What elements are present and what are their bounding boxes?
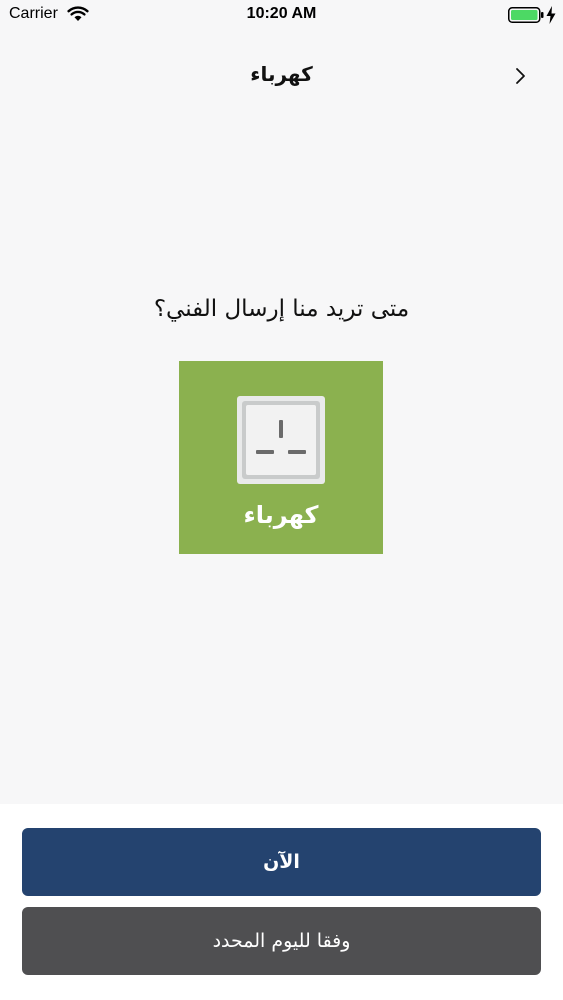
status-time: 10:20 AM: [246, 5, 317, 22]
charging-bolt-icon: [546, 6, 556, 24]
back-button[interactable]: [505, 60, 535, 92]
question-text: متى تريد منا إرسال الفني؟: [153, 296, 410, 322]
page-title: كهرباء: [250, 62, 313, 86]
send-now-button[interactable]: الآن: [22, 828, 541, 896]
chevron-right-icon: [516, 68, 525, 84]
status-bar: Carrier 10:20 AM: [0, 0, 563, 30]
power-socket-icon: [237, 396, 325, 484]
schedule-date-button[interactable]: وفقا لليوم المحدد: [22, 907, 541, 975]
battery-icon: [508, 7, 544, 23]
electricity-service-card: كهرباء: [179, 361, 383, 554]
service-label: كهرباء: [243, 501, 319, 529]
